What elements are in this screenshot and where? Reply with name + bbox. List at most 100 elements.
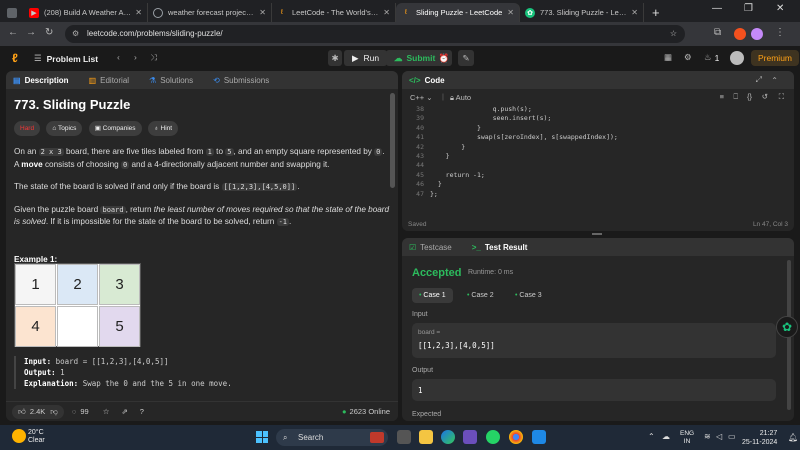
- task-view-icon[interactable]: [397, 430, 411, 444]
- browser-tab-2[interactable]: ℓ LeetCode - The World's Leading ✕: [272, 3, 396, 22]
- notification-bell-icon[interactable]: 🔔︎: [788, 433, 798, 442]
- code-editor[interactable]: 38 q.push(s); 39 seen.insert(s); 40 } 41 sw…: [402, 105, 794, 210]
- tray-chevron-icon[interactable]: ⌃: [648, 432, 655, 441]
- language-indicator[interactable]: ENG IN: [680, 430, 694, 446]
- streak-counter[interactable]: ♨ 1: [704, 52, 719, 63]
- bookmark-star-icon[interactable]: ☆: [670, 25, 677, 43]
- next-problem-icon[interactable]: ›: [134, 52, 137, 62]
- browser-menu-icon[interactable]: ⋮: [775, 27, 785, 38]
- tab-label: (208) Build A Weather App in H: [44, 8, 132, 17]
- tab-submissions[interactable]: ⟲ Submissions: [213, 76, 279, 85]
- reload-icon[interactable]: ↻: [45, 27, 53, 38]
- weather-icon[interactable]: [12, 429, 26, 443]
- file-explorer-icon[interactable]: [419, 430, 433, 444]
- chrome-icon[interactable]: [509, 430, 523, 444]
- leetcode-logo-icon[interactable]: ℓ: [12, 51, 18, 65]
- close-icon[interactable]: ✕: [507, 8, 514, 17]
- premium-button[interactable]: Premium: [751, 50, 800, 66]
- tab-testcase[interactable]: ☑ Testcase: [409, 243, 462, 252]
- timer-icon[interactable]: ⏰: [436, 50, 452, 66]
- share-icon[interactable]: ⇗: [121, 407, 127, 416]
- address-bar[interactable]: ⚙ leetcode.com/problems/sliding-puzzle/ …: [65, 25, 685, 43]
- shuffle-icon[interactable]: ⤨: [150, 52, 157, 63]
- layout-icon[interactable]: ▦: [664, 52, 672, 63]
- site-info-icon[interactable]: ⚙: [72, 25, 79, 43]
- tab-solutions[interactable]: ⚗ Solutions: [149, 76, 203, 85]
- weather-widget[interactable]: 20°C Clear: [28, 429, 45, 445]
- fullscreen-icon[interactable]: ⛶: [779, 92, 784, 102]
- profile-avatar[interactable]: [751, 28, 763, 40]
- store-icon[interactable]: [463, 430, 477, 444]
- close-icon[interactable]: ✕: [259, 8, 266, 17]
- like-button[interactable]: 👍︎ 2.4K 👎︎: [12, 404, 64, 419]
- browser-tab-3[interactable]: ℓ Sliding Puzzle - LeetCode ✕: [396, 3, 520, 22]
- close-icon[interactable]: ✕: [135, 8, 142, 17]
- reset-icon[interactable]: ↺: [762, 92, 768, 101]
- time: 21:27: [759, 430, 778, 437]
- case-tab-3[interactable]: • Case 3: [508, 288, 549, 303]
- language-select[interactable]: C++ ⌄: [410, 93, 433, 102]
- comments-button[interactable]: ◌ 99: [72, 407, 89, 416]
- submit-label: Submit: [406, 53, 436, 63]
- format-icon[interactable]: ≡: [720, 92, 724, 101]
- back-icon[interactable]: ←: [8, 27, 18, 38]
- tab-search-button[interactable]: [0, 3, 24, 22]
- case-tab-2[interactable]: • Case 2: [460, 288, 501, 303]
- tab-description[interactable]: ▤ Description: [13, 76, 79, 85]
- auto-mode-toggle[interactable]: 🔒︎ Auto: [450, 93, 471, 103]
- bookmark-icon[interactable]: ⎕: [734, 92, 739, 102]
- problem-list-button[interactable]: ☰ Problem List: [34, 53, 98, 64]
- chatgpt-float-icon[interactable]: ✿: [776, 316, 798, 338]
- panel-resize-handle[interactable]: [592, 233, 602, 235]
- code-line: return -1;: [430, 170, 485, 179]
- collapse-icon[interactable]: ⌃: [771, 76, 778, 85]
- edge-icon[interactable]: [441, 430, 455, 444]
- debug-icon[interactable]: ✱: [328, 50, 342, 66]
- wifi-icon[interactable]: ≋: [704, 432, 711, 441]
- tab-editorial[interactable]: ▥ Editorial: [89, 76, 139, 85]
- braces-icon[interactable]: {}: [747, 92, 752, 101]
- close-window-icon[interactable]: ✕: [776, 3, 784, 14]
- user-avatar[interactable]: [730, 51, 744, 65]
- settings-gear-icon[interactable]: ⚙: [684, 52, 692, 63]
- volume-icon[interactable]: ◁: [716, 432, 722, 441]
- browser-tab-4[interactable]: ✿ 773. Sliding Puzzle - LeetCode ✕: [520, 3, 644, 22]
- browser-tab-bar: ▶(208) Build A Weather App in H✕ weather…: [0, 0, 800, 22]
- vscode-icon[interactable]: [532, 430, 546, 444]
- close-icon[interactable]: ✕: [383, 8, 390, 17]
- input-box: board = [[1,2,3],[4,0,5]]: [412, 323, 776, 358]
- tab-test-result[interactable]: >_ Test Result: [472, 243, 538, 252]
- expand-icon[interactable]: ⤢: [756, 75, 762, 85]
- help-icon[interactable]: ?: [140, 407, 144, 416]
- notes-icon[interactable]: ✎: [458, 50, 474, 66]
- submit-button[interactable]: ☁ Submit: [386, 50, 444, 66]
- case-tab-1[interactable]: • Case 1: [412, 288, 453, 303]
- clock[interactable]: 21:27 25-11-2024: [742, 429, 777, 447]
- prev-problem-icon[interactable]: ‹: [117, 52, 120, 62]
- minimize-icon[interactable]: —: [712, 3, 722, 14]
- example-board-image: 1 2 3 4 5: [14, 263, 141, 347]
- windows-start-icon[interactable]: [256, 431, 268, 443]
- tab-label: Submissions: [223, 75, 270, 85]
- extension-avatar-icon[interactable]: [734, 28, 746, 40]
- companies-button[interactable]: ▣ Companies: [88, 120, 142, 136]
- problem-title: 773. Sliding Puzzle: [14, 97, 131, 112]
- cloud-icon[interactable]: ☁: [662, 432, 670, 441]
- close-icon[interactable]: ✕: [631, 8, 638, 17]
- battery-icon[interactable]: ▭: [728, 432, 736, 441]
- browser-tab-1[interactable]: weather forecast project javasc ✕: [148, 3, 272, 22]
- run-button[interactable]: ▶ Run: [344, 50, 388, 66]
- whatsapp-icon[interactable]: [486, 430, 500, 444]
- topics-button[interactable]: ⌂ Topics: [46, 120, 83, 136]
- maximize-icon[interactable]: ❐: [744, 3, 753, 14]
- forward-icon[interactable]: →: [26, 27, 36, 38]
- tab-code[interactable]: </> Code: [409, 76, 455, 85]
- taskbar-search[interactable]: ⌕ Search: [276, 429, 388, 446]
- new-tab-button[interactable]: +: [644, 3, 668, 22]
- browser-tab-0[interactable]: ▶ (208) Build A Weather App in H✕: [24, 3, 148, 22]
- favorite-star-icon[interactable]: ☆: [103, 407, 110, 416]
- extensions-icon[interactable]: ⧉: [714, 27, 721, 38]
- description-scrollbar[interactable]: [390, 93, 395, 188]
- hint-button[interactable]: ♁ Hint: [147, 120, 179, 136]
- thumbs-down-icon[interactable]: 👎︎: [50, 407, 58, 417]
